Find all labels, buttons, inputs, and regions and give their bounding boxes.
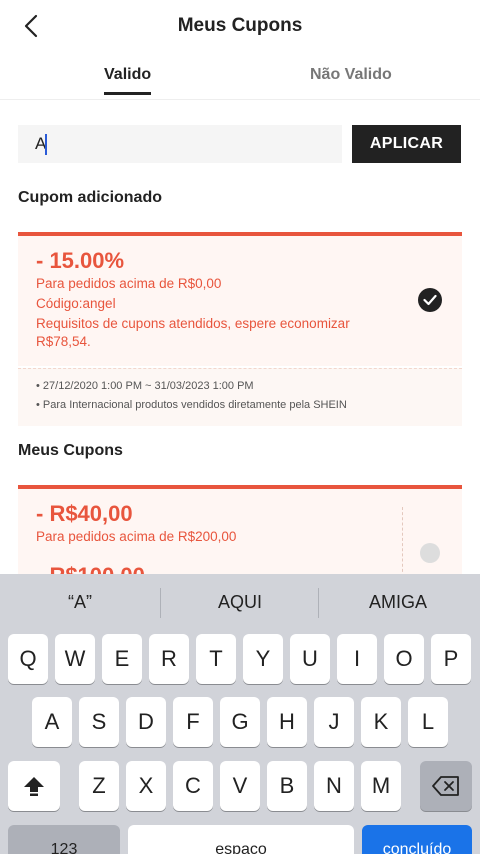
numbers-key[interactable]: 123 [8, 825, 120, 854]
card-accent-line [18, 232, 462, 236]
my-coupon-card[interactable]: - R$40,00 Para pedidos acima de R$200,00… [18, 485, 462, 588]
key-a[interactable]: A [32, 697, 72, 747]
apply-button[interactable]: APLICAR [352, 125, 461, 163]
tab-invalid[interactable]: Não Valido [310, 66, 392, 84]
key-b[interactable]: B [267, 761, 307, 811]
key-m[interactable]: M [361, 761, 401, 811]
key-g[interactable]: G [220, 697, 260, 747]
key-i[interactable]: I [337, 634, 377, 684]
suggestion-3[interactable]: AMIGA [318, 592, 478, 613]
key-v[interactable]: V [220, 761, 260, 811]
key-c[interactable]: C [173, 761, 213, 811]
coupon-validity: • 27/12/2020 1:00 PM ~ 31/03/2023 1:00 P… [36, 380, 254, 392]
coupon-discount: - 15.00% [36, 248, 125, 273]
on-screen-keyboard: “A” AQUI AMIGA Q W E R T Y U I O P A S D… [0, 574, 480, 854]
added-coupon-card[interactable]: - 15.00% Para pedidos acima de R$0,00 Có… [18, 232, 462, 366]
shift-key[interactable] [8, 761, 60, 811]
done-key[interactable]: concluído [362, 825, 472, 854]
key-t[interactable]: T [196, 634, 236, 684]
shift-icon [24, 777, 44, 796]
key-u[interactable]: U [290, 634, 330, 684]
coupon-code-input[interactable] [18, 125, 342, 163]
card-divider [402, 507, 403, 577]
card-accent-line [18, 485, 462, 489]
key-q[interactable]: Q [8, 634, 48, 684]
key-o[interactable]: O [384, 634, 424, 684]
key-d[interactable]: D [126, 697, 166, 747]
tab-valid[interactable]: Valido [104, 66, 152, 95]
backspace-icon [432, 776, 459, 796]
space-key[interactable]: espaço [128, 825, 354, 854]
select-radio[interactable] [420, 543, 440, 563]
coupon-min-order: Para pedidos acima de R$200,00 [36, 529, 237, 544]
coupons-screen: Meus Cupons Valido Não Valido APLICAR Cu… [0, 0, 480, 854]
my-coupons-heading: Meus Cupons [18, 442, 123, 459]
coupon-discount: - R$40,00 [36, 501, 133, 526]
key-e[interactable]: E [102, 634, 142, 684]
key-w[interactable]: W [55, 634, 95, 684]
suggestion-2[interactable]: AQUI [160, 592, 320, 613]
coupon-min-order: Para pedidos acima de R$0,00 [36, 276, 222, 291]
key-y[interactable]: Y [243, 634, 283, 684]
coupon-requirement: Requisitos de cupons atendidos, espere e… [36, 316, 350, 331]
key-h[interactable]: H [267, 697, 307, 747]
coupon-scope: • Para Internacional produtos vendidos d… [36, 399, 347, 411]
key-z[interactable]: Z [79, 761, 119, 811]
check-circle-icon[interactable] [418, 288, 442, 312]
key-l[interactable]: L [408, 697, 448, 747]
header: Meus Cupons [0, 0, 480, 52]
key-s[interactable]: S [79, 697, 119, 747]
suggestion-1[interactable]: “A” [0, 592, 160, 613]
key-r[interactable]: R [149, 634, 189, 684]
key-p[interactable]: P [431, 634, 471, 684]
key-k[interactable]: K [361, 697, 401, 747]
text-caret [45, 134, 47, 155]
added-coupon-heading: Cupom adicionado [18, 189, 162, 206]
coupon-savings: R$78,54. [36, 334, 91, 349]
tab-bar: Valido Não Valido [0, 52, 480, 100]
key-n[interactable]: N [314, 761, 354, 811]
page-title: Meus Cupons [177, 15, 303, 36]
key-x[interactable]: X [126, 761, 166, 811]
key-f[interactable]: F [173, 697, 213, 747]
backspace-key[interactable] [420, 761, 472, 811]
coupon-code: Código:angel [36, 296, 116, 311]
key-j[interactable]: J [314, 697, 354, 747]
added-coupon-details: • 27/12/2020 1:00 PM ~ 31/03/2023 1:00 P… [18, 368, 462, 426]
